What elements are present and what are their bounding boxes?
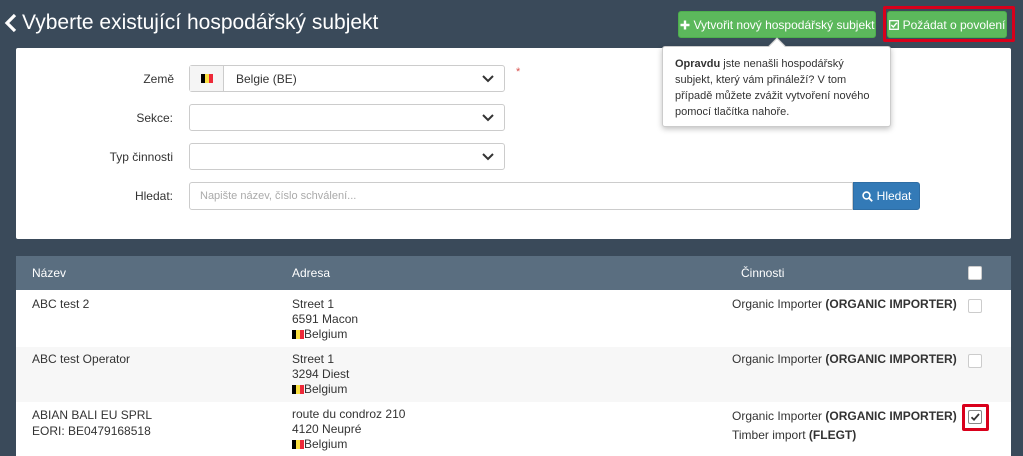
page-header: Vyberte existující hospodářský subjekt V… [0,0,1023,48]
row-checkbox[interactable] [968,299,982,313]
section-select[interactable] [189,104,505,131]
belgium-flag-icon [200,74,213,83]
address-country: Belgium [304,327,348,341]
operators-table: Název Adresa Činnosti ABC test 2 Street … [16,256,1011,456]
row-checkbox[interactable] [968,354,982,368]
operator-eori: EORI: BE0479168518 [32,424,151,438]
activity-label: Timber import [732,428,809,442]
plus-icon [680,20,689,29]
column-activities[interactable]: Činnosti [741,266,784,280]
belgium-flag-icon [292,385,304,395]
address-city: 4120 Neupré [292,422,362,436]
activity-code: (FLEGT) [808,428,857,442]
info-tooltip: Opravdu jste nenašli hospodářský subjekt… [662,37,891,127]
page-title: Vyberte existující hospodářský subjekt [4,11,378,35]
operator-name: ABC test 2 [32,297,90,311]
chevron-down-icon [482,153,494,161]
tooltip-bold: Opravdu [675,58,721,70]
create-operator-label: Vytvořit nový hospodářský subjekt [693,17,875,32]
select-all-checkbox[interactable] [968,266,982,280]
activity-code: (ORGANIC IMPORTER) [825,409,957,423]
country-select[interactable]: Belgie (BE) [189,65,505,92]
belgium-flag-icon [292,330,304,340]
belgium-flag-icon [292,440,304,450]
request-permission-label: Požádat o povolení [902,17,1006,32]
search-button[interactable]: Hledat [853,182,920,210]
required-mark: * [516,66,521,78]
page-title-text: Vyberte existující hospodářský subjekt [22,11,379,34]
activity-label: Organic Importer [732,409,826,423]
column-address[interactable]: Adresa [292,266,330,280]
address-street: Street 1 [292,297,335,311]
search-label: Hledat: [134,189,173,203]
search-input[interactable] [189,182,853,210]
row-checkbox-checked[interactable] [968,410,982,424]
activity-type-label: Typ činnosti [109,150,173,164]
activity-label: Organic Importer [732,297,826,311]
column-name[interactable]: Název [32,266,66,280]
table-row[interactable]: ABC test 2 Street 1 6591 Macon Belgium O… [16,290,1011,347]
address-street: Street 1 [292,352,335,366]
create-operator-button[interactable]: Vytvořit nový hospodářský subjekt [678,11,876,38]
address-country: Belgium [304,382,348,396]
address-city: 6591 Macon [292,312,359,326]
activity-label: Organic Importer [732,352,826,366]
address-city: 3294 Diest [292,367,350,381]
operator-name: ABC test Operator [32,352,131,366]
chevron-down-icon [482,75,494,83]
search-button-label: Hledat [876,189,912,203]
activity-code: (ORGANIC IMPORTER) [825,297,957,311]
activity-type-select[interactable] [189,143,505,170]
table-row[interactable]: ABIAN BALI EU SPRL EORI: BE0479168518 ro… [16,402,1011,456]
address-street: route du condroz 210 [292,407,406,421]
operator-name: ABIAN BALI EU SPRL [32,408,153,422]
flag-box [190,66,224,91]
checkmark-icon [970,413,980,422]
check-square-icon [888,19,899,30]
address-country: Belgium [304,437,348,451]
section-label: Sekce: [136,111,173,125]
country-label: Země [143,72,174,86]
request-permission-button[interactable]: Požádat o povolení [887,11,1007,38]
table-header: Název Adresa Činnosti [16,256,1011,290]
chevron-down-icon [482,114,494,122]
chevron-left-icon[interactable] [4,12,22,34]
activity-code: (ORGANIC IMPORTER) [825,352,957,366]
country-value: Belgie (BE) [236,71,297,86]
table-row[interactable]: ABC test Operator Street 1 3294 Diest Be… [16,347,1011,402]
search-icon [861,190,873,202]
